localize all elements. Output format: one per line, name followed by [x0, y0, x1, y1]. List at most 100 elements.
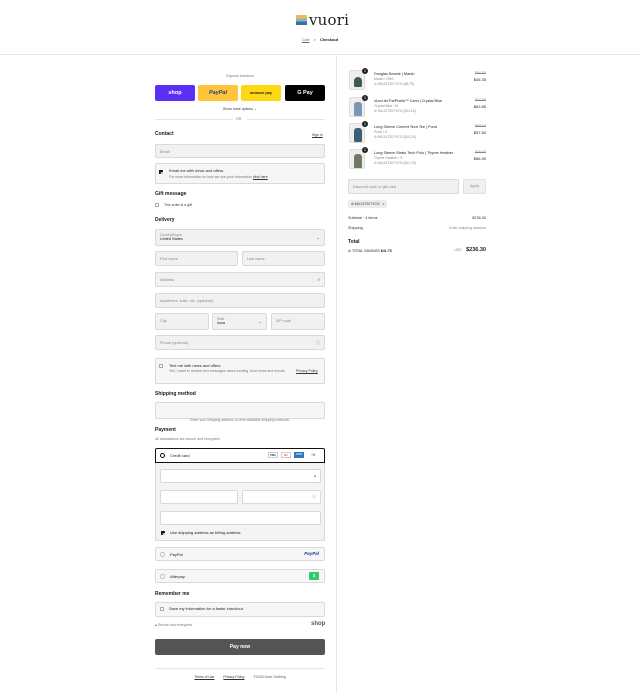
item-price: $57.80 — [473, 130, 486, 135]
product-figure — [354, 77, 362, 87]
item-name: Long Sleeve Current Tech Tee | Pond — [374, 125, 437, 129]
lock-icon: 🔒︎ — [313, 473, 316, 478]
paypal-radio[interactable] — [160, 552, 165, 557]
address-field[interactable]: Address ⌕ — [155, 272, 325, 287]
paypal-logo-icon: PayPal — [304, 551, 319, 556]
first-name-field[interactable]: First name — [155, 251, 238, 266]
total-label: Total — [348, 239, 360, 245]
afterpay-logo-icon: $ — [309, 572, 319, 580]
remember-me-checkbox[interactable] — [160, 607, 164, 611]
help-circle-icon[interactable]: ⓘ — [316, 340, 320, 346]
item-name: Douglas Beanie | Marsh — [374, 72, 415, 76]
afterpay-radio[interactable] — [160, 574, 165, 579]
order-item: 1 Long Sleeve Current Tech Tee | Pond Po… — [349, 121, 486, 145]
breadcrumb-cart[interactable]: Cart — [302, 37, 310, 42]
name-on-card-field[interactable] — [160, 511, 321, 525]
product-figure — [354, 154, 362, 168]
paypal-option[interactable]: PayPal PayPal — [155, 547, 325, 561]
item-original-price: $68.00 — [475, 124, 486, 128]
breadcrumb: Cart > Checkout — [0, 37, 640, 42]
close-icon[interactable]: × — [382, 202, 384, 206]
country-value: United States — [160, 237, 183, 241]
contact-heading: Contact — [155, 131, 174, 137]
subtotal-label: Subtotal · 4 items — [348, 216, 378, 220]
shop-pay-button[interactable]: shop — [155, 85, 195, 101]
shop-logo-icon: shop — [311, 621, 326, 627]
credit-card-radio[interactable] — [160, 453, 165, 458]
item-variant: Thyme Heather / S — [374, 156, 403, 160]
footer-links: Terms of Use Privacy Policy ©2025 Vuori … — [155, 675, 325, 679]
order-item: 1 Douglas Beanie | Marsh Marsh / ONS ⊘ M… — [349, 68, 486, 92]
payment-heading: Payment — [155, 427, 176, 433]
google-pay-button[interactable]: G Pay — [285, 85, 325, 101]
show-more-label: Show more options — [223, 107, 254, 111]
sms-subtext: Yes, I want to receive text messages abo… — [169, 369, 286, 373]
shop-pay-label: shop — [168, 90, 182, 96]
credit-card-label: Credit card — [170, 453, 190, 458]
last-name-field[interactable]: Last name — [242, 251, 325, 266]
delivery-heading: Delivery — [155, 217, 175, 223]
search-icon: ⌕ — [317, 277, 320, 282]
amex-icon: AMEX — [294, 452, 304, 458]
security-code-field[interactable]: ⓘ — [242, 490, 321, 504]
city-field[interactable]: City — [155, 313, 209, 330]
shipping-value: Enter shipping address — [449, 226, 486, 230]
sign-in-link[interactable]: Sign in — [312, 133, 323, 137]
afterpay-option[interactable]: Afterpay $ — [155, 569, 325, 583]
discount-code-field[interactable]: Discount code or gift card — [348, 179, 459, 194]
apply-button[interactable]: Apply — [463, 179, 486, 194]
shipping-label: Shipping — [348, 226, 363, 230]
card-number-field[interactable]: 🔒︎ — [160, 469, 321, 483]
tag-icon: ⊘ — [351, 202, 354, 206]
newsletter-click-here-link[interactable]: click here — [253, 175, 268, 179]
item-name: Long Sleeve Strato Tech Polo | Thyme Hea… — [374, 151, 454, 155]
newsletter-box — [155, 163, 325, 184]
privacy-policy-link[interactable]: Privacy Policy — [223, 675, 244, 679]
apartment-field[interactable]: Apartment, suite, etc. (optional) — [155, 293, 325, 308]
payment-subtitle: All transactions are secure and encrypte… — [155, 437, 221, 441]
total-value: $236.30 — [466, 247, 486, 253]
breadcrumb-current: Checkout — [319, 37, 339, 42]
sms-label: Text me with news and offers — [169, 363, 221, 368]
sms-privacy-link[interactable]: Privacy Policy — [296, 369, 318, 373]
item-price: $62.85 — [473, 104, 486, 109]
vuori-logo[interactable]: vuori — [296, 11, 349, 29]
billing-address-checkbox[interactable] — [161, 531, 165, 535]
afterpay-option-label: Afterpay — [170, 574, 185, 579]
remember-me-label: Save my information for a faster checkou… — [169, 606, 243, 611]
lock-icon: 🔒︎ — [155, 623, 157, 627]
quantity-badge: 1 — [362, 121, 368, 127]
page-header: vuori Cart > Checkout — [0, 0, 640, 55]
paypal-express-button[interactable]: PayPal — [198, 85, 238, 101]
email-field[interactable]: Email — [155, 144, 325, 158]
credit-card-option[interactable]: Credit card VISA MC AMEX +5 — [155, 448, 325, 463]
item-price: $66.30 — [473, 156, 486, 161]
gift-message-heading: Gift message — [155, 191, 187, 197]
show-more-options-link[interactable]: Show more options ⌄ — [155, 107, 325, 111]
country-select[interactable]: Country/Region United States ⌄ — [155, 229, 325, 246]
item-variant: Crystal Blue / M — [374, 104, 398, 108]
terms-of-use-link[interactable]: Terms of Use — [194, 675, 214, 679]
total-amount: USD $236.30 — [446, 238, 486, 256]
phone-field[interactable]: Phone (optional) ⓘ — [155, 335, 325, 350]
item-variant: Pond / S — [374, 130, 388, 134]
sms-checkbox[interactable] — [159, 364, 163, 368]
help-circle-icon[interactable]: ⓘ — [312, 494, 316, 500]
gift-checkbox[interactable] — [155, 203, 159, 207]
product-figure — [354, 128, 362, 142]
amazon-pay-button[interactable]: amazon pay — [241, 85, 281, 101]
breadcrumb-separator: > — [313, 37, 316, 42]
item-original-price: $74.00 — [475, 98, 486, 102]
or-divider-right — [247, 119, 325, 120]
total-savings-label: TOTAL SAVINGS — [351, 249, 380, 253]
state-value: Iowa — [217, 321, 226, 325]
item-discount: ⊘ MIL24TZ07YCG ($6.75) — [374, 82, 415, 86]
state-select[interactable]: State Iowa ⌄ — [212, 313, 267, 330]
zip-code-field[interactable]: ZIP code — [271, 313, 325, 330]
newsletter-checkbox[interactable] — [159, 170, 163, 174]
shipping-method-notice: Enter your shipping address to view avai… — [190, 418, 290, 422]
expiration-date-field[interactable] — [160, 490, 238, 504]
brand-mark-icon — [296, 15, 307, 25]
quantity-badge: 1 — [362, 68, 368, 74]
pay-now-button[interactable]: Pay now — [155, 639, 325, 655]
